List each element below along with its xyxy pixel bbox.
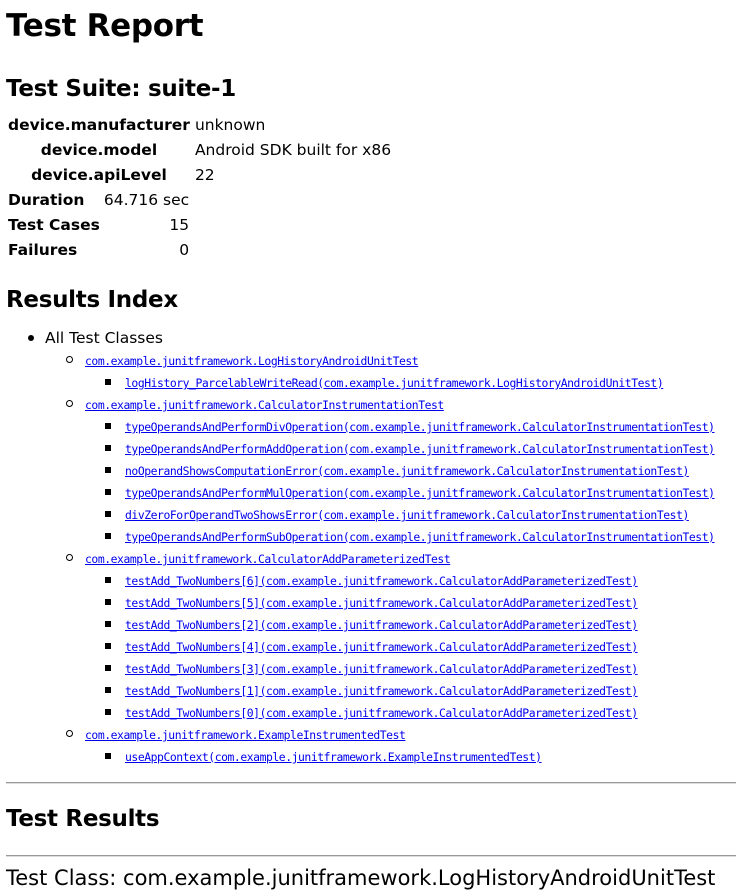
stat-row: Duration 64.716 sec: [6, 188, 191, 213]
test-method-item: typeOperandsAndPerformDivOperation(com.e…: [105, 416, 736, 438]
test-class-list: com.example.junitframework.LogHistoryAnd…: [45, 350, 736, 768]
test-method-item: divZeroForOperandTwoShowsError(com.examp…: [105, 504, 736, 526]
section-divider: [6, 782, 736, 784]
test-method-link[interactable]: useAppContext(com.example.junitframework…: [125, 750, 542, 764]
test-method-item: testAdd_TwoNumbers[2](com.example.junitf…: [105, 614, 736, 636]
test-method-link[interactable]: testAdd_TwoNumbers[4](com.example.junitf…: [125, 640, 638, 654]
square-bullet-icon: [105, 709, 111, 715]
square-bullet-icon: [105, 423, 111, 429]
test-method-list: typeOperandsAndPerformDivOperation(com.e…: [85, 416, 736, 548]
test-method-link[interactable]: testAdd_TwoNumbers[5](com.example.junitf…: [125, 596, 638, 610]
square-bullet-icon: [105, 577, 111, 583]
stat-value: 0: [179, 241, 190, 259]
test-method-list: logHistory_ParcelableWriteRead(com.examp…: [85, 372, 736, 394]
stat-key: Test Cases: [8, 216, 100, 234]
test-method-link[interactable]: testAdd_TwoNumbers[2](com.example.junitf…: [125, 618, 638, 632]
test-method-link[interactable]: divZeroForOperandTwoShowsError(com.examp…: [125, 508, 689, 522]
test-method-item: typeOperandsAndPerformMulOperation(com.e…: [105, 482, 736, 504]
test-method-item: noOperandShowsComputationError(com.examp…: [105, 460, 736, 482]
square-bullet-icon: [105, 753, 111, 759]
test-class-item: com.example.junitframework.LogHistoryAnd…: [66, 350, 736, 394]
property-key: device.apiLevel: [31, 166, 167, 184]
test-method-item: testAdd_TwoNumbers[0](com.example.junitf…: [105, 702, 736, 724]
circle-bullet-icon: [66, 356, 73, 363]
test-method-list: testAdd_TwoNumbers[6](com.example.junitf…: [85, 570, 736, 724]
square-bullet-icon: [105, 621, 111, 627]
test-method-item: useAppContext(com.example.junitframework…: [105, 746, 736, 768]
square-bullet-icon: [105, 511, 111, 517]
square-bullet-icon: [105, 665, 111, 671]
disc-bullet-icon: [28, 335, 34, 341]
stat-key: Failures: [8, 241, 78, 259]
test-class-link[interactable]: com.example.junitframework.CalculatorAdd…: [85, 552, 451, 566]
test-class-item: com.example.junitframework.CalculatorIns…: [66, 394, 736, 548]
stat-value: 64.716 sec: [103, 191, 190, 209]
test-class-link[interactable]: com.example.junitframework.LogHistoryAnd…: [85, 354, 419, 368]
test-method-item: logHistory_ParcelableWriteRead(com.examp…: [105, 372, 736, 394]
all-test-classes-item: All Test Classes com.example.junitframew…: [28, 328, 736, 768]
circle-bullet-icon: [66, 400, 73, 407]
square-bullet-icon: [105, 379, 111, 385]
test-method-link[interactable]: testAdd_TwoNumbers[6](com.example.junitf…: [125, 574, 638, 588]
test-method-link[interactable]: typeOperandsAndPerformAddOperation(com.e…: [125, 442, 715, 456]
property-row: device.apiLevel 22: [6, 163, 393, 188]
property-row: device.manufacturer unknown: [6, 113, 393, 138]
test-class-item: com.example.junitframework.ExampleInstru…: [66, 724, 736, 768]
test-method-link[interactable]: testAdd_TwoNumbers[0](com.example.junitf…: [125, 706, 638, 720]
suite-stats-table: Duration 64.716 sec Test Cases 15 Failur…: [6, 188, 191, 263]
device-properties-table: device.manufacturer unknown device.model…: [6, 113, 393, 188]
test-class-heading: Test Class: com.example.junitframework.L…: [6, 866, 716, 890]
results-index-heading: Results Index: [6, 287, 178, 313]
property-value: 22: [194, 166, 215, 184]
property-key: device.model: [40, 141, 158, 159]
square-bullet-icon: [105, 445, 111, 451]
circle-bullet-icon: [66, 730, 73, 737]
test-method-item: testAdd_TwoNumbers[6](com.example.junitf…: [105, 570, 736, 592]
test-method-link[interactable]: testAdd_TwoNumbers[3](com.example.junitf…: [125, 662, 638, 676]
property-value: unknown: [194, 116, 266, 134]
test-results-heading: Test Results: [6, 806, 160, 832]
stat-row: Test Cases 15: [6, 213, 191, 238]
stat-value: 15: [169, 216, 190, 234]
square-bullet-icon: [105, 489, 111, 495]
test-method-list: useAppContext(com.example.junitframework…: [85, 746, 736, 768]
test-class-link[interactable]: com.example.junitframework.ExampleInstru…: [85, 728, 406, 742]
stat-key: Duration: [8, 191, 85, 209]
test-class-item: com.example.junitframework.CalculatorAdd…: [66, 548, 736, 724]
test-method-link[interactable]: typeOperandsAndPerformMulOperation(com.e…: [125, 486, 715, 500]
suite-heading: Test Suite: suite-1: [6, 76, 236, 102]
square-bullet-icon: [105, 643, 111, 649]
test-method-link[interactable]: typeOperandsAndPerformSubOperation(com.e…: [125, 530, 715, 544]
test-method-link[interactable]: logHistory_ParcelableWriteRead(com.examp…: [125, 376, 664, 390]
test-method-link[interactable]: testAdd_TwoNumbers[1](com.example.junitf…: [125, 684, 638, 698]
report-page: Test Report Test Suite: suite-1 device.m…: [0, 0, 736, 891]
test-method-link[interactable]: noOperandShowsComputationError(com.examp…: [125, 464, 689, 478]
test-method-item: testAdd_TwoNumbers[4](com.example.junitf…: [105, 636, 736, 658]
test-method-item: testAdd_TwoNumbers[3](com.example.junitf…: [105, 658, 736, 680]
test-method-link[interactable]: typeOperandsAndPerformDivOperation(com.e…: [125, 420, 715, 434]
property-value: Android SDK built for x86: [194, 141, 392, 159]
section-divider: [6, 855, 736, 857]
all-test-classes-label: All Test Classes: [45, 329, 163, 347]
square-bullet-icon: [105, 533, 111, 539]
test-method-item: typeOperandsAndPerformSubOperation(com.e…: [105, 526, 736, 548]
test-method-item: typeOperandsAndPerformAddOperation(com.e…: [105, 438, 736, 460]
square-bullet-icon: [105, 687, 111, 693]
results-index-list: All Test Classes com.example.junitframew…: [6, 328, 736, 768]
property-key: device.manufacturer: [8, 116, 190, 134]
test-method-item: testAdd_TwoNumbers[1](com.example.junitf…: [105, 680, 736, 702]
page-title: Test Report: [6, 8, 204, 44]
stat-row: Failures 0: [6, 238, 191, 263]
property-row: device.model Android SDK built for x86: [6, 138, 393, 163]
square-bullet-icon: [105, 467, 111, 473]
test-method-item: testAdd_TwoNumbers[5](com.example.junitf…: [105, 592, 736, 614]
test-class-link[interactable]: com.example.junitframework.CalculatorIns…: [85, 398, 444, 412]
circle-bullet-icon: [66, 554, 73, 561]
square-bullet-icon: [105, 599, 111, 605]
